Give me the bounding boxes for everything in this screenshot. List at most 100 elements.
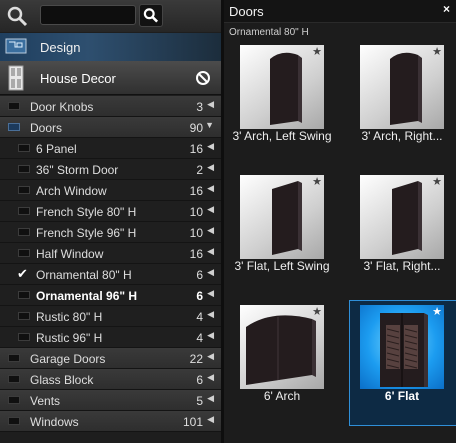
chevron-left-icon[interactable]: ◀: [207, 330, 214, 341]
category-icon: [18, 291, 30, 299]
tree-item-count: 4: [196, 331, 203, 345]
tree-item[interactable]: Half Window 16 ◀: [0, 243, 221, 264]
category-icon: [8, 375, 20, 383]
category-tree: Door Knobs 3 ◀ Doors 90 ▼ 6 Panel 16 ◀ 36" Storm …: [0, 96, 221, 432]
tree-item-label: Door Knobs: [30, 100, 94, 114]
tree-item-label: French Style 80" H: [36, 205, 137, 219]
chevron-left-icon[interactable]: ◀: [207, 225, 214, 236]
catalog-item-caption: 6' Flat: [384, 389, 420, 403]
category-icon: [18, 144, 30, 152]
tree-item-label: Rustic 96" H: [36, 331, 103, 345]
catalog-item-caption: 3' Arch, Left Swing: [232, 129, 332, 143]
tree-item[interactable]: French Style 96" H 10 ◀: [0, 222, 221, 243]
star-icon[interactable]: ★: [432, 305, 442, 318]
tree-item[interactable]: Arch Window 16 ◀: [0, 180, 221, 201]
star-icon[interactable]: ★: [312, 175, 322, 188]
star-icon[interactable]: ★: [312, 305, 322, 318]
tree-item-count: 90: [189, 121, 203, 135]
tree-item-count: 16: [189, 247, 203, 261]
tree-item-label: Rustic 80" H: [36, 310, 103, 324]
house-decor-header[interactable]: House Decor: [0, 61, 221, 95]
chevron-down-icon[interactable]: ▼: [205, 120, 214, 130]
chevron-left-icon[interactable]: ◀: [207, 309, 214, 320]
door-thumbnail: ★: [360, 45, 444, 129]
star-icon[interactable]: ★: [432, 175, 442, 188]
catalog-item[interactable]: ★ 6' Flat: [349, 300, 456, 426]
door-thumbnail: ★: [240, 45, 324, 129]
tree-item[interactable]: Rustic 80" H 4 ◀: [0, 306, 221, 327]
chevron-left-icon[interactable]: ◀: [207, 351, 214, 362]
catalog-header: Doors ×: [224, 0, 456, 23]
tree-item-count: 2: [196, 163, 203, 177]
blueprint-icon: [5, 38, 27, 54]
chevron-left-icon[interactable]: ◀: [207, 372, 214, 383]
chevron-left-icon[interactable]: ◀: [207, 183, 214, 194]
house-decor-label: House Decor: [40, 71, 116, 86]
catalog-item[interactable]: ★ 3' Flat, Left Swing: [230, 170, 340, 288]
category-icon: [8, 396, 20, 404]
category-icon: [18, 333, 30, 341]
design-header[interactable]: Design: [0, 33, 221, 61]
chevron-left-icon[interactable]: ◀: [207, 204, 214, 215]
category-icon: [18, 312, 30, 320]
tree-item-label: Windows: [30, 415, 79, 429]
door-thumbnail: ★: [240, 305, 324, 389]
library-panel: Design House Decor Door Knobs 3 ◀ Doors 90 ▼ 6…: [0, 0, 221, 443]
tree-item[interactable]: Windows 101 ◀: [0, 411, 221, 432]
chevron-left-icon[interactable]: ◀: [207, 414, 214, 425]
tree-item-label: Doors: [30, 121, 63, 135]
tree-item-count: 6: [196, 373, 203, 387]
catalog-item-caption: 3' Arch, Right...: [361, 129, 443, 143]
tree-item-label: Half Window: [36, 247, 104, 261]
tree-item-label: 6 Panel: [36, 142, 77, 156]
tree-item-label: 36" Storm Door: [36, 163, 119, 177]
tree-item-count: 10: [189, 205, 203, 219]
no-entry-icon[interactable]: [195, 70, 211, 86]
category-icon: [18, 228, 30, 236]
search-input[interactable]: [40, 5, 136, 25]
catalog-panel: Doors × Ornamental 80" H ★ 3' Arch, Left …: [224, 0, 456, 443]
tree-item[interactable]: 36" Storm Door 2 ◀: [0, 159, 221, 180]
chevron-left-icon[interactable]: ◀: [207, 267, 214, 278]
tree-item[interactable]: Doors 90 ▼: [0, 117, 221, 138]
catalog-title: Doors: [229, 4, 264, 19]
catalog-item[interactable]: ★ 3' Flat, Right...: [350, 170, 456, 288]
tree-item[interactable]: Door Knobs 3 ◀: [0, 96, 221, 117]
catalog-item-caption: 3' Flat, Right...: [363, 259, 441, 273]
category-icon: [18, 165, 30, 173]
catalog-item[interactable]: ★ 6' Arch: [230, 300, 340, 418]
tree-item[interactable]: Garage Doors 22 ◀: [0, 348, 221, 369]
category-icon: [18, 186, 30, 194]
catalog-item[interactable]: ★ 3' Arch, Right...: [350, 40, 456, 158]
search-button[interactable]: [139, 4, 163, 27]
close-icon[interactable]: ×: [443, 2, 450, 16]
tree-item[interactable]: French Style 80" H 10 ◀: [0, 201, 221, 222]
checkmark-icon: ✔: [17, 266, 28, 281]
tree-item[interactable]: Glass Block 6 ◀: [0, 369, 221, 390]
chevron-left-icon[interactable]: ◀: [207, 393, 214, 404]
category-icon: [8, 417, 20, 425]
tree-item[interactable]: Ornamental 96" H 6 ◀: [0, 285, 221, 306]
tree-item-count: 10: [189, 226, 203, 240]
star-icon[interactable]: ★: [432, 45, 442, 58]
tree-item[interactable]: Rustic 96" H 4 ◀: [0, 327, 221, 348]
door-thumbnail: ★: [360, 305, 444, 389]
tree-item-count: 5: [196, 394, 203, 408]
tree-item-count: 16: [189, 184, 203, 198]
tree-item[interactable]: ✔ Ornamental 80" H 6 ◀: [0, 264, 221, 285]
chevron-left-icon[interactable]: ◀: [207, 246, 214, 257]
tree-item[interactable]: Vents 5 ◀: [0, 390, 221, 411]
tree-item-label: Ornamental 80" H: [36, 268, 132, 282]
chevron-left-icon[interactable]: ◀: [207, 141, 214, 152]
tree-item-label: French Style 96" H: [36, 226, 137, 240]
chevron-left-icon[interactable]: ◀: [207, 162, 214, 173]
chevron-left-icon[interactable]: ◀: [207, 99, 214, 110]
catalog-item[interactable]: ★ 3' Arch, Left Swing: [230, 40, 340, 158]
magnifier-icon[interactable]: [5, 4, 29, 28]
star-icon[interactable]: ★: [312, 45, 322, 58]
tree-item-count: 6: [196, 289, 203, 303]
tree-item[interactable]: 6 Panel 16 ◀: [0, 138, 221, 159]
door-thumbnail: ★: [360, 175, 444, 259]
chevron-left-icon[interactable]: ◀: [207, 288, 214, 299]
tree-item-count: 22: [189, 352, 203, 366]
